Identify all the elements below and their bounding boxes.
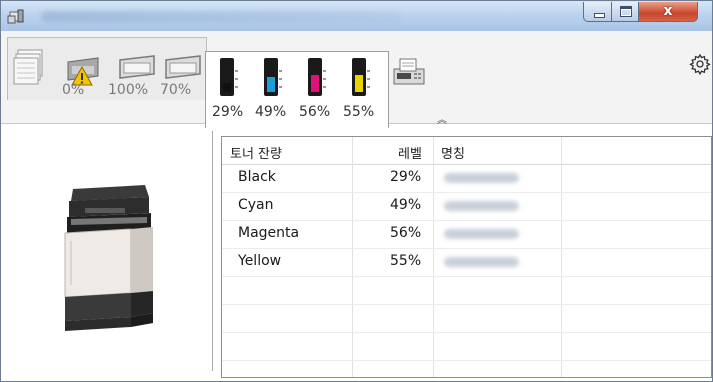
toner-magenta-level: 56% xyxy=(299,104,331,120)
column-header-name[interactable]: 명칭 xyxy=(441,143,465,162)
toner-fill-yellow xyxy=(355,75,363,92)
fax-icon[interactable] xyxy=(391,57,427,87)
toner-part-name-blurred xyxy=(444,173,519,183)
toner-level: 55% xyxy=(390,253,422,269)
maximize-icon xyxy=(620,6,632,17)
printer-image xyxy=(7,125,207,375)
toner-table[interactable]: 토너 잔량 레벨 명칭 Black 29% Cyan 49% Magenta 5… xyxy=(221,136,712,378)
toner-black-level: 29% xyxy=(212,104,244,120)
toner-name: Yellow xyxy=(238,253,282,269)
toner-name: Magenta xyxy=(238,225,300,241)
printer-status-app-icon[interactable] xyxy=(7,7,25,25)
tray-3-level: 70% xyxy=(160,82,192,98)
maximize-button[interactable] xyxy=(611,2,639,22)
toner-status-panel[interactable]: 29% 49% 56% 55% xyxy=(205,51,389,128)
toner-part-name-blurred xyxy=(444,257,519,267)
toner-cyan-level: 49% xyxy=(255,104,287,120)
table-row-empty xyxy=(222,332,711,361)
table-row[interactable]: Black 29% xyxy=(222,164,711,193)
table-row-empty xyxy=(222,276,711,305)
minimize-icon xyxy=(594,13,605,18)
table-header: 토너 잔량 레벨 명칭 xyxy=(222,137,711,165)
paper-stack-icon xyxy=(13,49,43,85)
column-header-level[interactable]: 레벨 xyxy=(398,143,422,162)
toner-cartridge-black-icon xyxy=(220,58,238,96)
table-row-empty xyxy=(222,304,711,333)
table-row[interactable]: Yellow 55% xyxy=(222,248,711,277)
close-icon: x xyxy=(663,3,673,19)
toner-cartridge-magenta-icon xyxy=(308,58,326,96)
toner-cartridge-yellow-icon xyxy=(352,58,370,96)
status-toolbar: 0% 100% 70% 29% 49% 56% 55% ︽ xyxy=(1,31,712,128)
toner-part-name-blurred xyxy=(444,201,519,211)
paper-status-panel[interactable]: 0% 100% 70% xyxy=(7,37,207,100)
toner-fill-cyan xyxy=(267,77,275,92)
tray-1-level: 0% xyxy=(62,82,85,98)
toner-fill-magenta xyxy=(311,75,319,92)
table-row[interactable]: Magenta 56% xyxy=(222,220,711,249)
close-button[interactable]: x xyxy=(638,2,698,22)
toner-fill-black xyxy=(223,83,231,92)
toner-level: 29% xyxy=(390,169,422,185)
chevron-up-icon[interactable]: ︽ xyxy=(437,111,447,126)
toner-part-name-blurred xyxy=(444,229,519,239)
table-row[interactable]: Cyan 49% xyxy=(222,192,711,221)
toner-yellow-level: 55% xyxy=(343,104,375,120)
toner-name: Cyan xyxy=(238,197,274,213)
toner-level: 56% xyxy=(390,225,422,241)
column-header-toner[interactable]: 토너 잔량 xyxy=(230,143,282,162)
printer-illustration xyxy=(64,185,153,331)
title-bar[interactable]: x xyxy=(1,1,712,31)
printer-status-window: x 0% 100% 70% 29% 49% 56% 55% ︽ 토너 잔량 레벨… xyxy=(0,0,713,382)
window-title-blurred xyxy=(41,11,401,22)
pane-separator xyxy=(212,131,213,371)
toner-level: 49% xyxy=(390,197,422,213)
gear-icon[interactable] xyxy=(689,53,711,75)
toner-cartridge-icons xyxy=(220,58,370,96)
tray-2-level: 100% xyxy=(108,82,149,98)
toner-name: Black xyxy=(238,169,276,185)
toner-cartridge-cyan-icon xyxy=(264,58,282,96)
minimize-button[interactable] xyxy=(583,2,612,22)
